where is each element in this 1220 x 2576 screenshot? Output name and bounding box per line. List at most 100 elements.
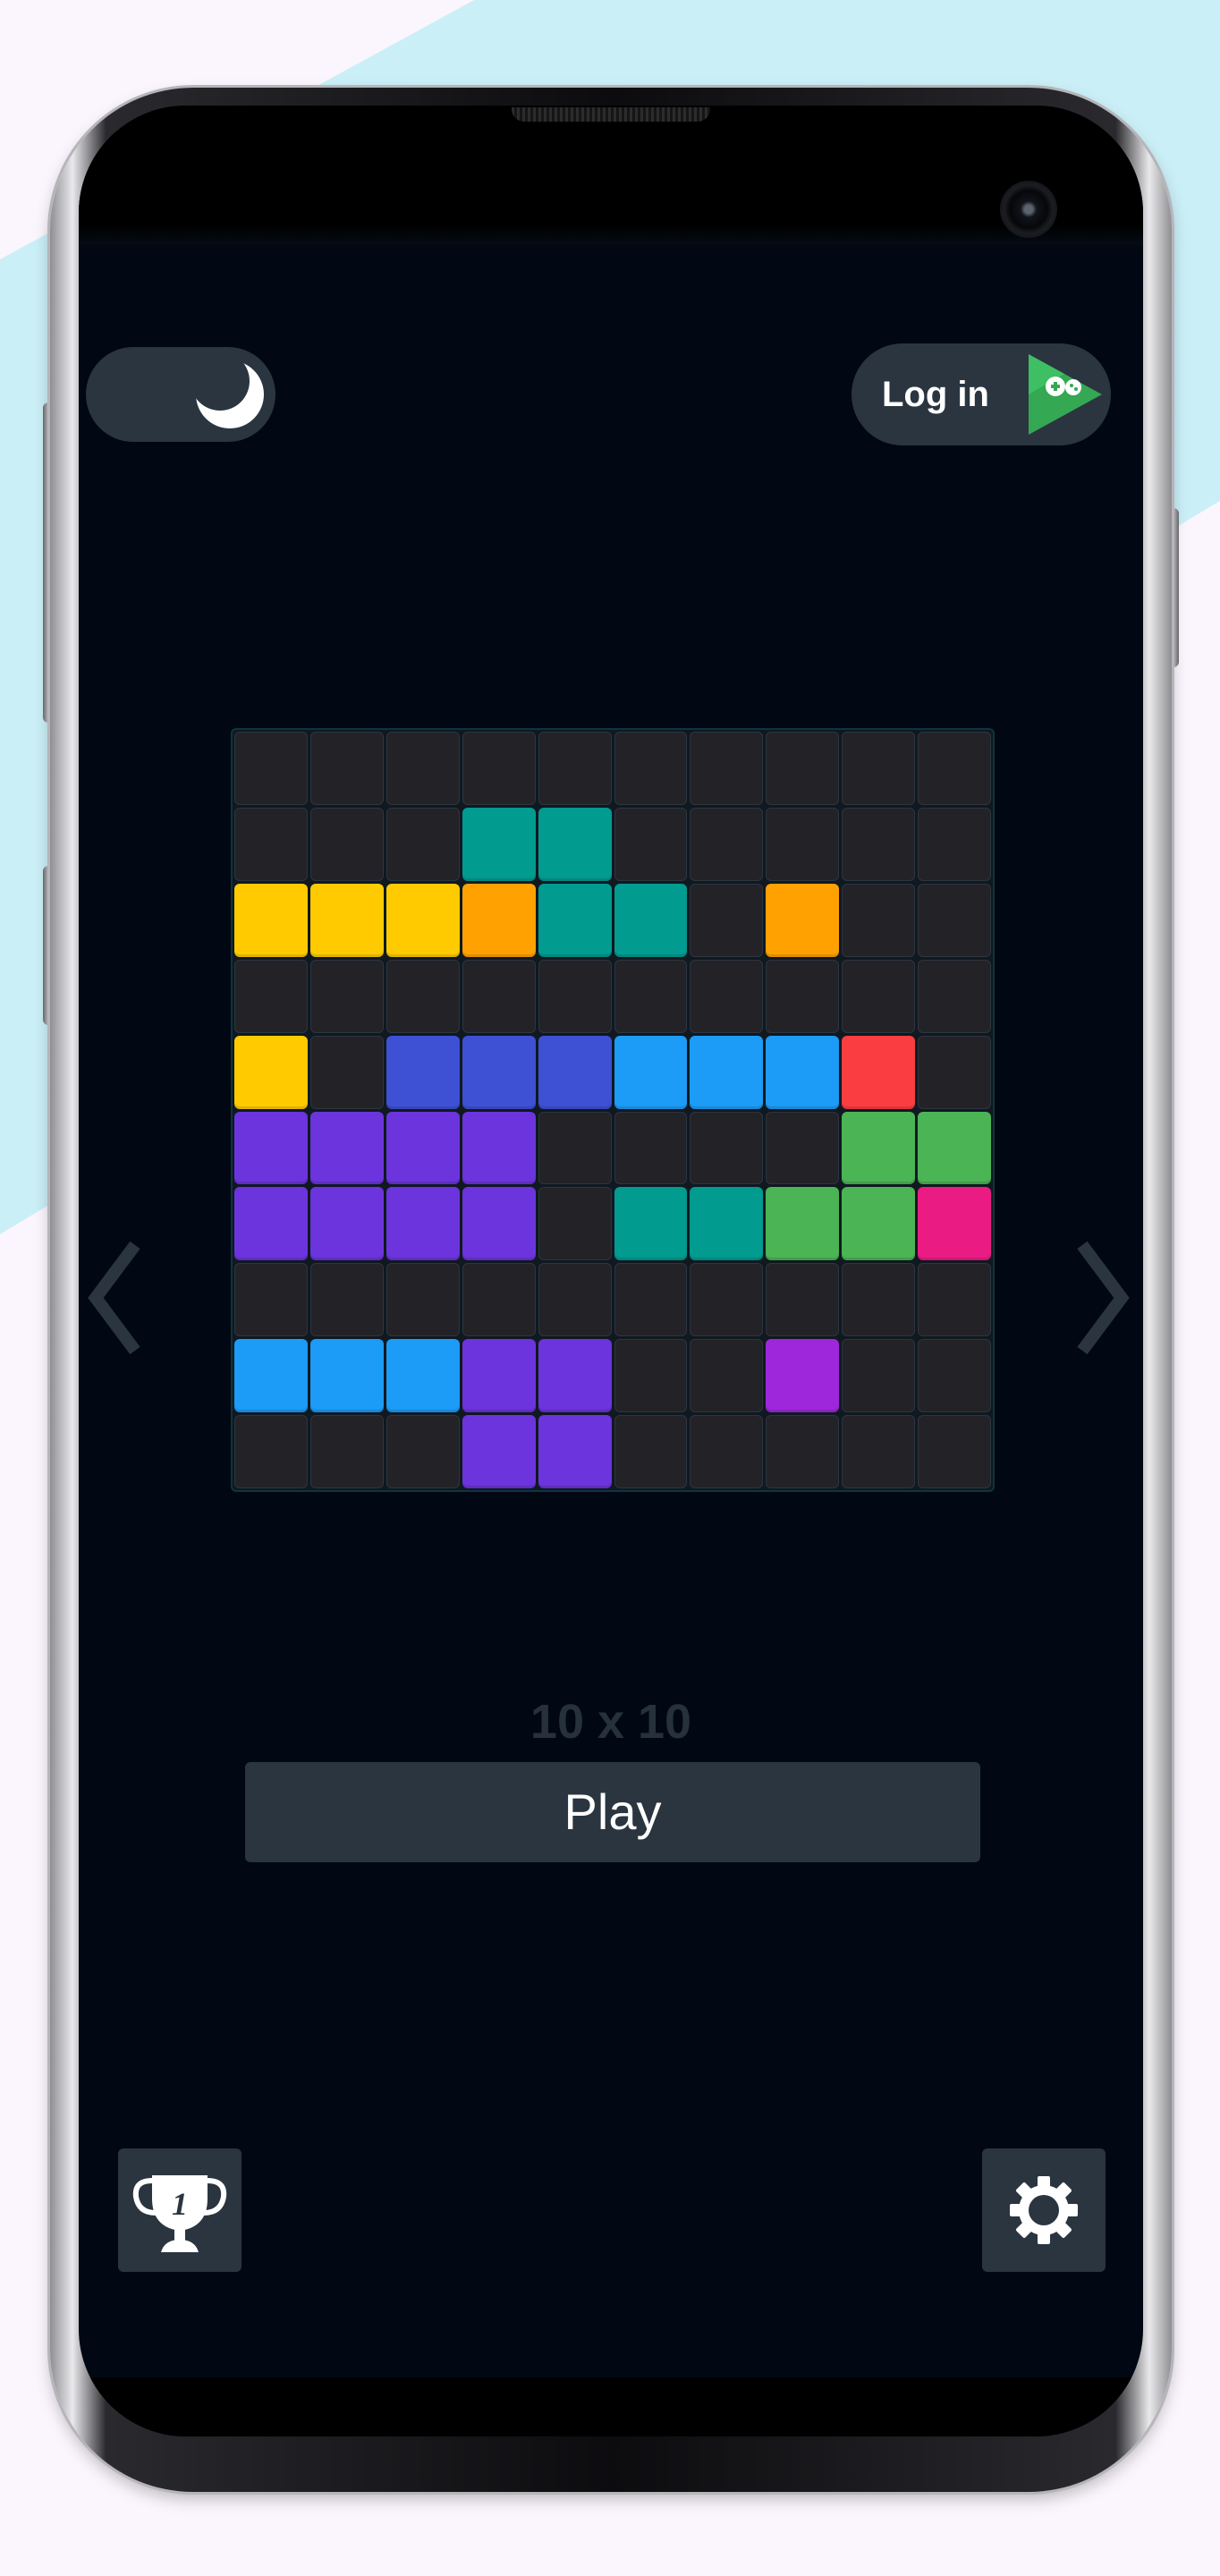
board-size-label: 10 x 10 (530, 1695, 692, 1749)
board-cell-empty (462, 732, 536, 805)
board-cell-empty (842, 1415, 916, 1488)
screen-bottom-bezel (79, 2377, 1143, 2436)
board-cell-empty (385, 1415, 460, 1488)
board-cell-empty (538, 959, 612, 1033)
board-cell-empty (309, 732, 384, 805)
google-play-games-icon (1029, 354, 1102, 435)
board-cell-empty (690, 1339, 764, 1413)
previous-board-button[interactable] (85, 1240, 144, 1356)
board-cell-empty (614, 1339, 688, 1413)
board-block (234, 1339, 308, 1413)
board-cell-empty (309, 959, 384, 1033)
board-cell-empty (766, 959, 840, 1033)
board-block (385, 1339, 460, 1413)
board-cell-empty (462, 959, 536, 1033)
board-cell-empty (918, 1415, 991, 1488)
board-cell-empty (309, 1035, 384, 1109)
settings-button[interactable] (982, 2148, 1106, 2272)
board-cell-empty (842, 807, 916, 881)
board-cell-empty (234, 959, 308, 1033)
board-block (234, 1035, 308, 1109)
board-cell-empty (614, 1415, 688, 1488)
board-cell-empty (538, 1263, 612, 1337)
board-cell-empty (234, 1415, 308, 1488)
board-cell-empty (842, 1263, 916, 1337)
board-block (766, 1187, 840, 1261)
board-cell-empty (690, 732, 764, 805)
play-button[interactable]: Play (245, 1762, 980, 1862)
board-block (462, 1339, 536, 1413)
speaker-grille (512, 107, 710, 122)
board-cell-empty (614, 807, 688, 881)
board-block (766, 1339, 840, 1413)
board-cell-empty (538, 732, 612, 805)
board-block (538, 1415, 612, 1488)
board-cell-empty (918, 959, 991, 1033)
board-cell-empty (462, 1263, 536, 1337)
board-cell-empty (918, 732, 991, 805)
board-cell-empty (690, 807, 764, 881)
board-cell-empty (234, 732, 308, 805)
phone-screen: Log in 10 x 10 Play 1 (79, 106, 1143, 2436)
board-block (309, 1339, 384, 1413)
board-cell-empty (766, 732, 840, 805)
board-cell-empty (614, 732, 688, 805)
board-cell-empty (690, 1263, 764, 1337)
game-board (231, 728, 995, 1492)
board-cell-empty (538, 1187, 612, 1261)
board-block (538, 1339, 612, 1413)
gear-icon (1010, 2176, 1078, 2244)
board-block (538, 883, 612, 957)
login-button[interactable]: Log in (851, 343, 1111, 445)
status-bar (79, 106, 1143, 245)
theme-toggle[interactable] (86, 347, 275, 442)
board-block (614, 1035, 688, 1109)
board-cell-empty (385, 732, 460, 805)
board-cell-empty (234, 1263, 308, 1337)
board-block (538, 807, 612, 881)
board-block (614, 1187, 688, 1261)
chevron-left-icon (88, 1241, 140, 1355)
board-cell-empty (918, 1339, 991, 1413)
next-board-button[interactable] (1073, 1240, 1132, 1356)
board-cell-empty (385, 807, 460, 881)
board-block (538, 1035, 612, 1109)
board-cell-empty (766, 1415, 840, 1488)
board-block (690, 1187, 764, 1261)
board-cell-empty (690, 1415, 764, 1488)
board-cell-empty (614, 1111, 688, 1185)
board-cell-empty (842, 959, 916, 1033)
board-block (462, 883, 536, 957)
board-cell-empty (690, 883, 764, 957)
board-block (918, 1187, 991, 1261)
board-block (842, 1111, 916, 1185)
board-cell-empty (309, 1263, 384, 1337)
moon-icon (196, 360, 264, 428)
board-block (766, 1035, 840, 1109)
board-block (385, 1187, 460, 1261)
board-cell-empty (842, 732, 916, 805)
board-cell-empty (842, 1339, 916, 1413)
board-block (462, 807, 536, 881)
board-cell-empty (614, 959, 688, 1033)
leaderboard-button[interactable]: 1 (118, 2148, 241, 2272)
board-block (309, 1111, 384, 1185)
board-block (842, 1187, 916, 1261)
board-block (234, 1187, 308, 1261)
board-cell-empty (918, 1263, 991, 1337)
board-block (614, 883, 688, 957)
board-cell-empty (766, 1111, 840, 1185)
board-cell-empty (234, 807, 308, 881)
trophy-number: 1 (172, 2186, 188, 2222)
chevron-right-icon (1077, 1241, 1130, 1355)
board-block (462, 1415, 536, 1488)
board-block (309, 1187, 384, 1261)
board-cell-empty (918, 1035, 991, 1109)
board-block (462, 1111, 536, 1185)
trophy-icon: 1 (132, 2175, 227, 2252)
board-cell-empty (918, 883, 991, 957)
board-block (842, 1035, 916, 1109)
board-block (690, 1035, 764, 1109)
board-block (234, 883, 308, 957)
board-block (234, 1111, 308, 1185)
